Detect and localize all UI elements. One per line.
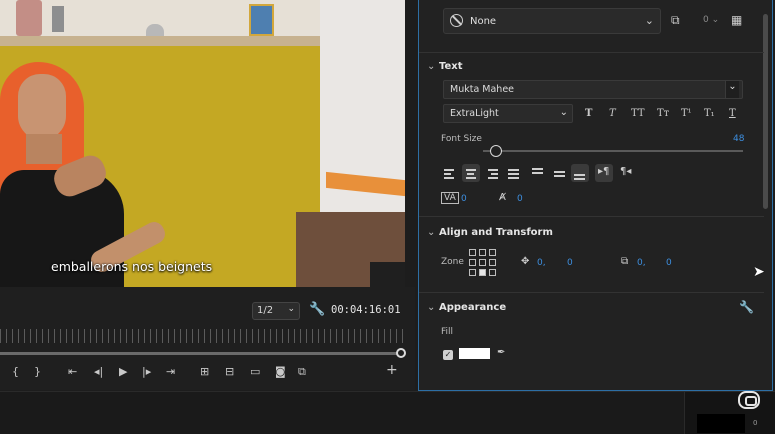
no-style-icon [450,14,463,27]
play-icon[interactable]: ▶ [119,365,127,378]
font-size-slider[interactable] [483,150,743,152]
chevron-down-icon: ⌄ [559,107,568,118]
eyedropper-icon[interactable]: ✒ [497,347,505,358]
align-transform-section-header[interactable]: ⌄ Align and Transform [427,227,553,238]
align-top-button[interactable] [529,164,547,182]
step-back-icon[interactable]: ◂| [94,365,103,378]
wall-picture [249,4,274,36]
audio-meter-value: 0 [753,419,758,427]
playback-resolution-select[interactable]: 1/2 ⌄ [252,302,300,320]
all-caps-button[interactable]: TT [631,108,645,119]
font-size-slider-handle[interactable] [490,145,502,157]
tracking-icon: VA [441,192,459,204]
zone-selector[interactable] [469,249,498,278]
go-to-in-icon[interactable]: ⇤ [68,365,77,378]
style-count[interactable]: 0 ⌄ [703,15,719,25]
leading-value[interactable]: 0 [517,194,523,204]
style-preset-select[interactable]: None ⌄ [443,8,661,34]
text-section-header[interactable]: ⌄ Text [427,61,463,72]
align-bottom-button[interactable] [571,164,589,182]
fill-color-swatch[interactable] [459,348,490,359]
fill-label: Fill [441,327,454,337]
font-weight-value: ExtraLight [450,108,499,119]
align-middle-button[interactable] [551,164,569,182]
lift-icon[interactable]: ⊞ [200,365,209,378]
leading-icon: Ⱥ [499,192,506,203]
position-y-value[interactable]: 0 [567,258,573,268]
timecode-display[interactable]: 00:04:16:01 [331,304,401,316]
font-weight-select[interactable]: ExtraLight ⌄ [443,104,573,123]
scale-icon: ⧉ [621,256,629,267]
go-to-out-icon[interactable]: ⇥ [166,365,175,378]
scale-x-value[interactable]: 0, [637,258,646,268]
properties-panel: None ⌄ ⧉ 0 ⌄ ▦ ⌄ Text Mukta Mahee ⌄ Extra… [418,0,773,391]
shelf-item [52,6,64,32]
chevron-down-icon: ⌄ [427,302,436,313]
playhead-track[interactable] [0,352,398,355]
ltr-direction-button[interactable]: ▸¶ [595,164,613,182]
italic-button[interactable]: T [609,108,616,119]
align-right-button[interactable] [483,164,501,182]
position-icon: ✥ [521,256,530,267]
time-ruler[interactable] [0,329,405,343]
playhead-handle[interactable] [396,348,406,358]
underline-button[interactable]: T [729,108,736,119]
align-left-button[interactable] [441,164,459,182]
add-button-icon[interactable]: + [386,362,398,378]
font-family-select[interactable]: Mukta Mahee ⌄ [443,80,743,99]
wrench-icon[interactable]: 🔧 [309,302,325,317]
caption-text[interactable]: emballerons nos beignets [51,259,212,274]
chevron-down-icon: ⌄ [287,304,295,314]
paragraph-ltr-icon: ▸¶ [598,166,610,177]
appearance-section-header[interactable]: ⌄ Appearance [427,302,506,313]
zone-label: Zone [441,257,464,267]
app-window: emballerons nos beignets 1/2 ⌄ 🔧 00:04:1… [0,0,775,434]
chevron-down-icon: ⌄ [644,14,654,27]
mark-in-icon[interactable]: { [12,365,19,378]
mark-out-icon[interactable]: } [34,365,41,378]
chevron-down-icon: ⌄ [725,81,739,98]
person-face [18,74,66,140]
fill-checkbox[interactable]: ✓ [443,350,453,360]
audio-meter: 0 [684,392,775,434]
timeline-strip: 0 [0,391,775,434]
chat-icon[interactable] [738,391,760,409]
panel-scrollbar[interactable] [763,14,768,209]
monitor-controls: 1/2 ⌄ 🔧 00:04:16:01 { } ⇤ ◂| ▶ |▸ ⇥ ⊞ ⊟ … [0,287,415,390]
align-center-button[interactable] [462,164,480,182]
small-caps-button[interactable]: Tт [657,108,669,119]
safe-margins-icon[interactable]: ▭ [250,365,260,378]
tracking-value[interactable]: 0 [461,194,467,204]
justify-button[interactable] [505,164,523,182]
compare-icon[interactable]: ⧉ [298,365,306,379]
chevron-down-icon: ⌄ [427,61,436,72]
style-preset-value: None [470,16,497,27]
audio-meter-bar [697,414,745,433]
step-forward-icon[interactable]: |▸ [142,365,151,378]
rtl-direction-button[interactable]: ¶◂ [617,164,635,182]
push-style-icon[interactable]: ⧉ [671,13,680,28]
font-family-value: Mukta Mahee [450,84,515,95]
paragraph-rtl-icon: ¶◂ [620,166,632,177]
superscript-button[interactable]: T¹ [681,108,692,119]
chevron-down-icon: ⌄ [427,227,436,238]
wrench-icon[interactable]: 🔧 [739,300,754,314]
mouse-cursor-icon: ➤ [753,264,765,280]
camera-icon[interactable]: ◙ [275,365,286,378]
font-size-label: Font Size [441,134,482,144]
grid-icon[interactable]: ▦ [731,13,742,27]
scale-y-value[interactable]: 0 [666,258,672,268]
position-x-value[interactable]: 0, [537,258,546,268]
bold-button[interactable]: T [585,108,592,119]
extract-icon[interactable]: ⊟ [225,365,234,378]
shelf-jar [16,0,42,36]
subscript-button[interactable]: T₁ [704,108,715,119]
font-size-value[interactable]: 48 [733,134,744,144]
program-monitor-video[interactable]: emballerons nos beignets [0,0,405,287]
transport-controls: { } ⇤ ◂| ▶ |▸ ⇥ ⊞ ⊟ ▭ ◙ ⧉ + [0,362,405,383]
resolution-value: 1/2 [257,305,274,316]
